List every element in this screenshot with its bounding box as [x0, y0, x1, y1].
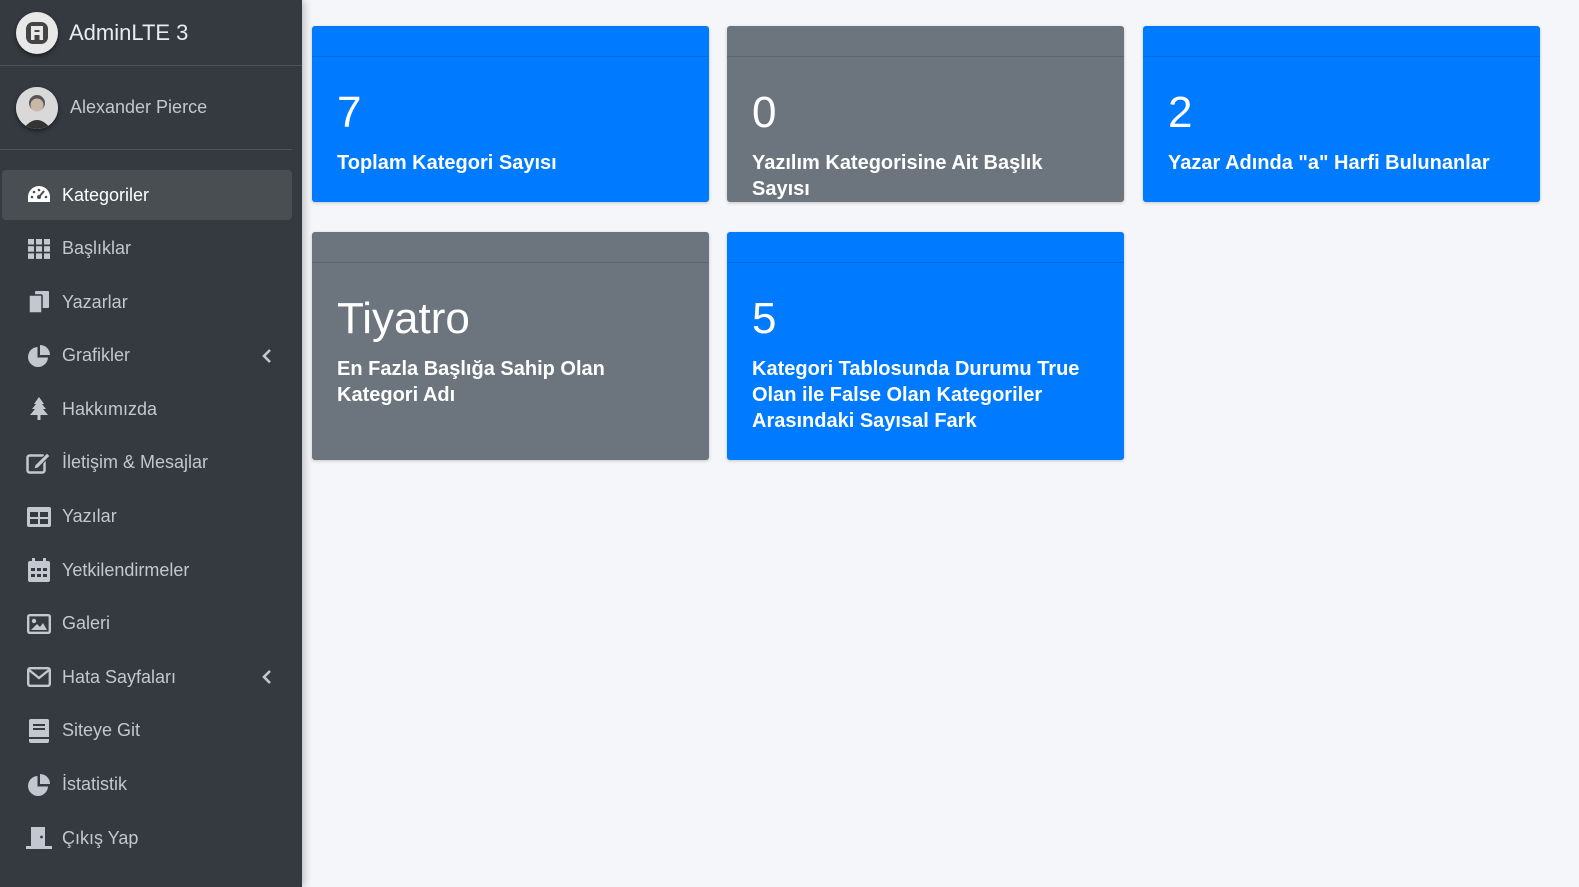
stat-box-status-difference[interactable]: 5 Kategori Tablosunda Durumu True Olan i…	[727, 232, 1124, 460]
calendar-icon	[26, 557, 52, 583]
brand-text: AdminLTE 3	[69, 19, 189, 45]
sidebar-item-label: İstatistik	[62, 774, 128, 795]
sidebar-item-label: Yetkilendirmeler	[62, 559, 190, 580]
stat-box-software-titles[interactable]: 0 Yazılım Kategorisine Ait Başlık Sayısı	[727, 26, 1124, 202]
user-name[interactable]: Alexander Pierce	[70, 97, 207, 118]
sidebar-item-label: Grafikler	[62, 345, 131, 366]
sidebar-item-istatistik[interactable]: İstatistik	[2, 760, 292, 810]
box-divider	[1143, 56, 1540, 57]
user-panel[interactable]: Alexander Pierce	[0, 66, 292, 150]
pie-chart-icon	[26, 772, 52, 798]
stat-value: 7	[337, 88, 362, 137]
box-divider	[727, 262, 1124, 263]
edit-icon	[26, 450, 52, 476]
chevron-left-icon[interactable]	[260, 667, 274, 687]
sidebar-item-galeri[interactable]: Galeri	[2, 599, 292, 649]
sidebar-item-label: Yazarlar	[62, 291, 128, 312]
image-icon	[26, 611, 52, 637]
sidebar-item-label: Hata Sayfaları	[62, 666, 177, 687]
box-divider	[312, 262, 709, 263]
sidebar-item-kategoriler[interactable]: Kategoriler	[2, 170, 292, 220]
sidebar-nav: Kategoriler Başlıklar Yazarlar Grafikler	[0, 150, 302, 863]
stat-value: 2	[1168, 88, 1193, 137]
stat-label: En Fazla Başlığa Sahip Olan Kategori Adı	[337, 358, 605, 406]
sidebar-item-hakkimizda[interactable]: Hakkımızda	[2, 384, 292, 434]
sidebar-item-basliklar[interactable]: Başlıklar	[2, 224, 292, 274]
sidebar-item-label: Çıkış Yap	[62, 827, 139, 848]
stat-value: Tiyatro	[337, 294, 470, 343]
brand-link[interactable]: AdminLTE 3	[0, 0, 302, 66]
door-icon	[26, 825, 52, 851]
copy-icon	[26, 289, 52, 315]
sidebar-item-label: Yazılar	[62, 506, 117, 527]
stat-box-top-category[interactable]: Tiyatro En Fazla Başlığa Sahip Olan Kate…	[312, 232, 709, 460]
table-icon	[26, 504, 52, 530]
sidebar-item-label: İletişim & Mesajlar	[62, 452, 209, 473]
sidebar-item-label: Kategoriler	[62, 184, 150, 205]
dashboard-icon	[26, 182, 52, 208]
box-divider	[727, 56, 1124, 57]
sidebar-item-yetkilendirmeler[interactable]: Yetkilendirmeler	[2, 545, 292, 595]
grid-icon	[26, 236, 52, 262]
sidebar-item-label: Başlıklar	[62, 238, 132, 259]
sidebar-item-cikis-yap[interactable]: Çıkış Yap	[2, 813, 292, 863]
sidebar: AdminLTE 3 Alexander Pierce Kategoriler …	[0, 0, 302, 887]
stat-value: 0	[752, 88, 777, 137]
stat-label: Kategori Tablosunda Durumu True Olan ile…	[752, 358, 1080, 432]
sidebar-item-siteye-git[interactable]: Siteye Git	[2, 706, 292, 756]
sidebar-item-label: Galeri	[62, 613, 111, 634]
stat-label: Yazılım Kategorisine Ait Başlık Sayısı	[752, 152, 1043, 200]
chevron-left-icon[interactable]	[260, 346, 274, 366]
adminlte-logo-icon	[16, 11, 58, 54]
sidebar-item-yazilar[interactable]: Yazılar	[2, 492, 292, 542]
book-icon	[26, 718, 52, 744]
tree-icon	[26, 396, 52, 422]
envelope-icon	[26, 664, 52, 690]
sidebar-item-iletisim[interactable]: İletişim & Mesajlar	[2, 438, 292, 488]
stat-label: Toplam Kategori Sayısı	[337, 152, 557, 174]
sidebar-item-label: Hakkımızda	[62, 398, 158, 419]
sidebar-item-label: Siteye Git	[62, 720, 141, 741]
pie-chart-icon	[26, 343, 52, 369]
sidebar-item-hata-sayfalari[interactable]: Hata Sayfaları	[2, 652, 292, 702]
stat-box-authors-with-a[interactable]: 2 Yazar Adında "a" Harfi Bulunanlar	[1143, 26, 1540, 202]
stat-label: Yazar Adında "a" Harfi Bulunanlar	[1168, 152, 1490, 174]
avatar	[16, 86, 58, 129]
stat-value: 5	[752, 294, 777, 343]
sidebar-item-grafikler[interactable]: Grafikler	[2, 331, 292, 381]
box-divider	[312, 56, 709, 57]
stat-box-total-categories[interactable]: 7 Toplam Kategori Sayısı	[312, 26, 709, 202]
sidebar-item-yazarlar[interactable]: Yazarlar	[2, 277, 292, 327]
